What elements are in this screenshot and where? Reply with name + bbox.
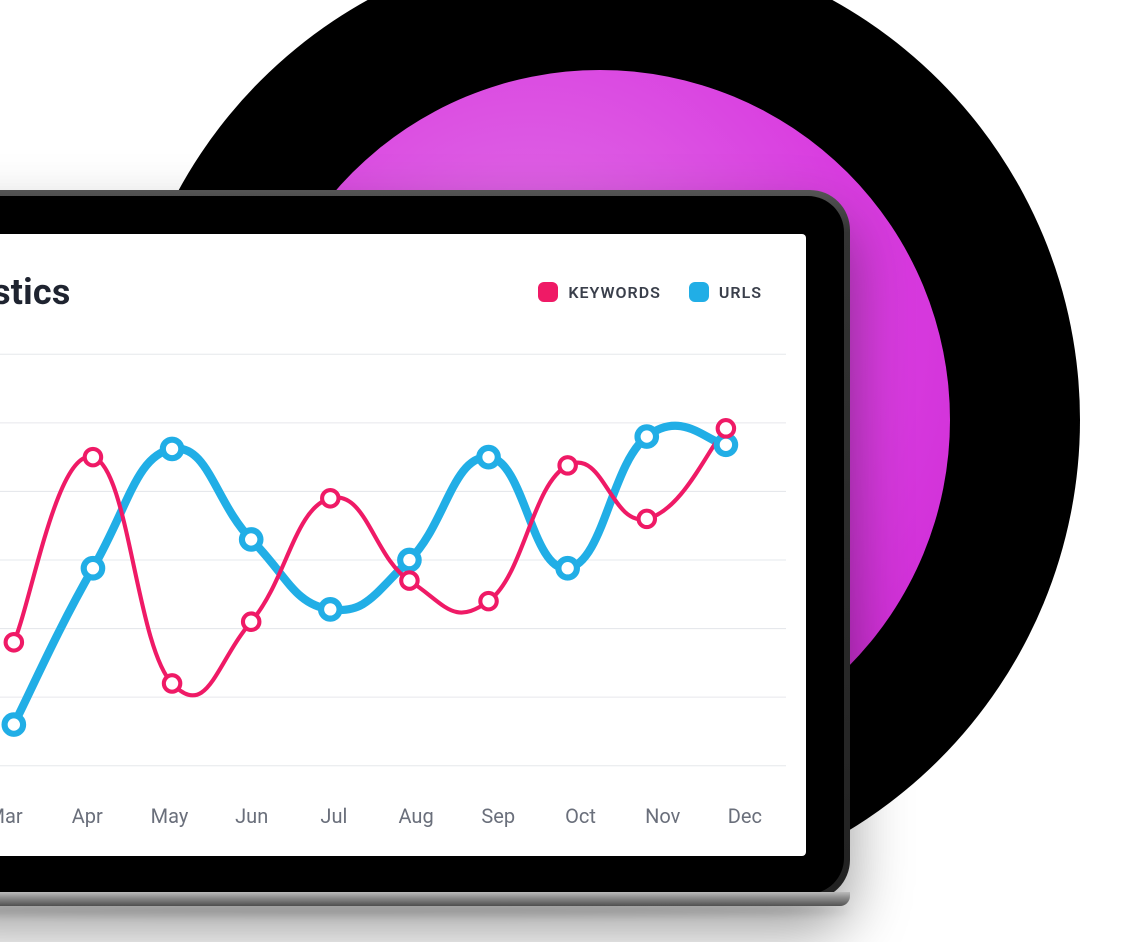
series-line-keywords xyxy=(14,428,726,695)
data-point[interactable] xyxy=(243,613,259,629)
laptop-bezel: tistics KEYWORDS URLS xyxy=(0,196,844,894)
x-tick: Jul xyxy=(293,804,375,828)
laptop-screen: tistics KEYWORDS URLS xyxy=(0,234,806,856)
data-point[interactable] xyxy=(400,551,418,570)
chart-plot-area xyxy=(0,344,786,776)
data-point[interactable] xyxy=(718,420,734,436)
data-point[interactable] xyxy=(6,634,22,650)
series-line-urls xyxy=(14,426,726,725)
chart-title: tistics xyxy=(0,271,71,313)
chart-svg xyxy=(0,344,786,776)
laptop-frame: tistics KEYWORDS URLS xyxy=(0,190,850,900)
data-point[interactable] xyxy=(639,511,655,527)
data-point[interactable] xyxy=(479,448,497,467)
x-tick: Dec xyxy=(704,804,786,828)
x-tick: Mar xyxy=(0,804,46,828)
x-tick: Sep xyxy=(457,804,539,828)
x-tick: Jun xyxy=(211,804,293,828)
legend-item-urls[interactable]: URLS xyxy=(689,282,762,302)
chart-legend: KEYWORDS URLS xyxy=(538,282,762,302)
chart-header: tistics KEYWORDS URLS xyxy=(0,264,780,320)
laptop-base xyxy=(0,892,850,906)
legend-label-keywords: KEYWORDS xyxy=(568,283,661,302)
statistics-chart: tistics KEYWORDS URLS xyxy=(0,234,806,856)
chart-x-axis: Mar Apr May Jun Jul Aug Sep Oct Nov Dec xyxy=(0,804,786,828)
data-point[interactable] xyxy=(164,675,180,691)
data-point[interactable] xyxy=(5,715,23,734)
legend-swatch-keywords xyxy=(538,282,558,302)
data-point[interactable] xyxy=(163,440,181,459)
x-tick: Apr xyxy=(46,804,128,828)
data-point[interactable] xyxy=(480,593,496,609)
data-point[interactable] xyxy=(85,449,101,465)
legend-label-urls: URLS xyxy=(719,283,762,302)
chart-gridlines xyxy=(0,354,786,765)
data-point[interactable] xyxy=(401,572,417,588)
legend-swatch-urls xyxy=(689,282,709,302)
x-tick: Nov xyxy=(622,804,704,828)
data-point[interactable] xyxy=(559,457,575,473)
scene: tistics KEYWORDS URLS xyxy=(0,0,1126,942)
x-tick: May xyxy=(128,804,210,828)
data-point[interactable] xyxy=(321,600,339,619)
data-point[interactable] xyxy=(84,559,102,578)
x-tick: Aug xyxy=(375,804,457,828)
data-point[interactable] xyxy=(638,427,656,446)
data-point[interactable] xyxy=(322,490,338,506)
legend-item-keywords[interactable]: KEYWORDS xyxy=(538,282,661,302)
data-point[interactable] xyxy=(558,559,576,578)
x-tick: Oct xyxy=(539,804,621,828)
data-point[interactable] xyxy=(242,530,260,549)
